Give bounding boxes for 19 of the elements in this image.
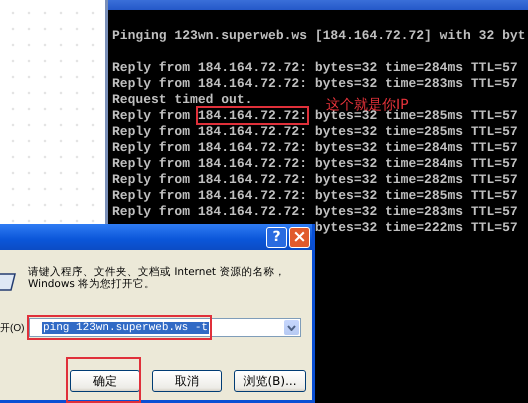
console-line: Reply from 184.164.72.72: bytes=32 time=285ms TTL=57 bbox=[112, 124, 518, 139]
description-text: 请键入程序、文件夹、文档或 Internet 资源的名称，Windows 将为您打开它。 bbox=[28, 266, 286, 290]
console-line: Reply from 184.164.72.72: bytes=32 time=284ms TTL=57 bbox=[112, 140, 518, 155]
console-line: Request timed out. bbox=[112, 92, 252, 107]
close-button[interactable]: × bbox=[289, 226, 310, 248]
console-line: Reply from 184.164.72.72: bytes=32 time=283ms TTL=57 bbox=[112, 204, 518, 219]
open-label: 开(O) bbox=[0, 322, 24, 334]
console-line: Reply from 184.164.72.72: bytes=32 time=284ms TTL=57 bbox=[112, 60, 518, 75]
command-field[interactable]: ping 123wn.superweb.ws -t bbox=[29, 318, 301, 337]
console-line: bytes=32 time=222ms TTL=57 bbox=[314, 220, 518, 235]
dialog-button[interactable]: 浏览(B)... bbox=[234, 370, 306, 392]
dialog-button[interactable]: 确定 bbox=[70, 370, 140, 392]
console-line: Reply from 184.164.72.72: bytes=32 time=282ms TTL=57 bbox=[112, 172, 518, 187]
console-line: Reply from 184.164.72.72: bytes=32 time=285ms TTL=57 bbox=[112, 188, 518, 203]
console-line: Reply from 184.164.72.72: bytes=32 time=284ms TTL=57 bbox=[112, 156, 518, 171]
help-button[interactable]: ? bbox=[266, 226, 287, 248]
dialog-button[interactable]: 取消 bbox=[152, 370, 222, 392]
console-line: Reply from 184.164.72.72: bytes=32 time=283ms TTL=57 bbox=[112, 76, 518, 91]
console-line: Pinging 123wn.superweb.ws [184.164.72.72] with 32 byt bbox=[112, 28, 526, 43]
